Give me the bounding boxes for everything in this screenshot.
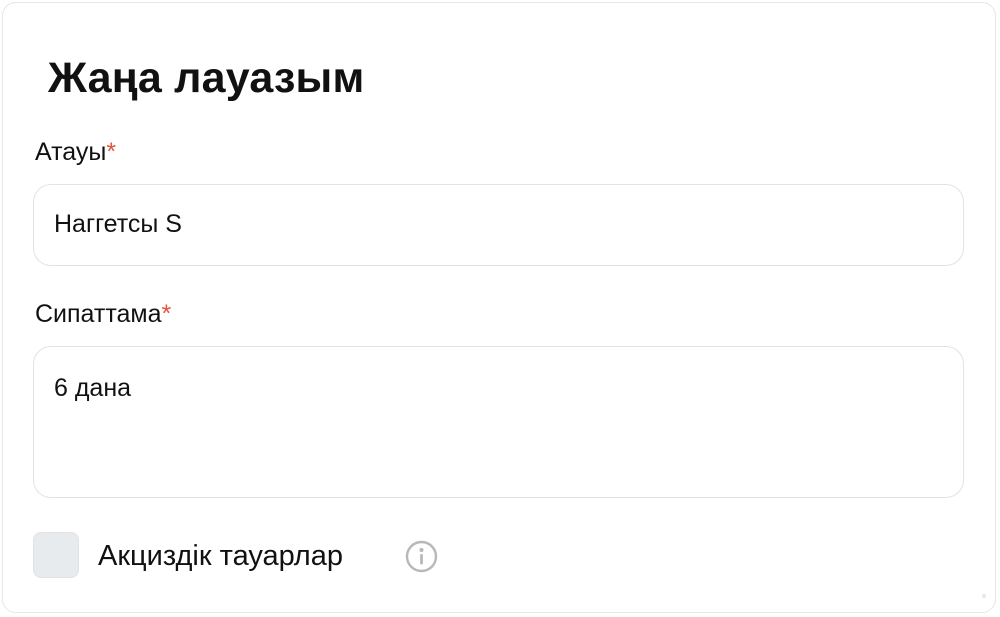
info-icon[interactable]: [405, 540, 438, 573]
new-position-card: Жаңа лауазым Атауы* Наггетсы S Сипаттама…: [2, 2, 996, 613]
description-textarea[interactable]: 6 дана: [33, 346, 964, 498]
required-marker: *: [161, 300, 172, 328]
excise-checkbox-label[interactable]: Акциздік тауарлар: [98, 538, 343, 574]
required-marker: *: [106, 138, 117, 166]
name-label: Атауы*: [35, 137, 116, 167]
page-title: Жаңа лауазым: [48, 54, 365, 102]
description-label-text: Сипаттама: [35, 300, 162, 328]
name-input[interactable]: Наггетсы S: [33, 184, 964, 266]
name-label-text: Атауы: [35, 138, 107, 166]
decorative-dot: [982, 594, 986, 598]
description-label: Сипаттама*: [35, 299, 171, 329]
excise-checkbox[interactable]: [33, 532, 79, 578]
